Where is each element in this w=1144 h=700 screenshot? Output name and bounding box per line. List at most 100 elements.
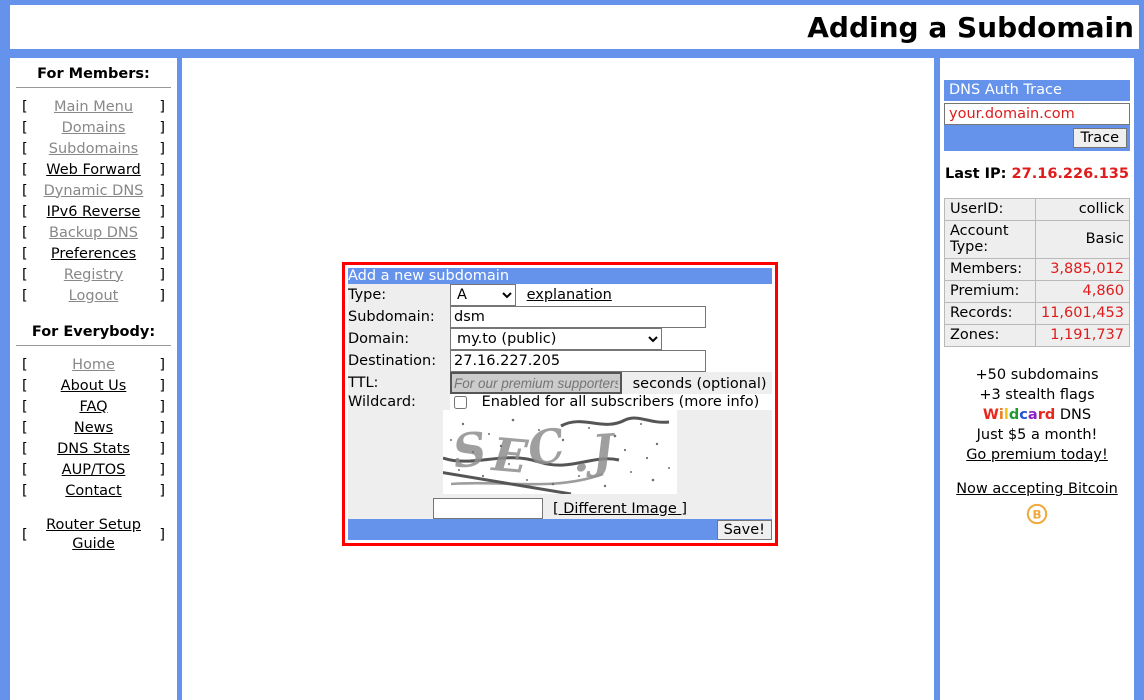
destination-input[interactable] xyxy=(450,350,706,372)
subdomain-input[interactable] xyxy=(450,306,706,328)
go-premium-link[interactable]: Go premium today! xyxy=(944,445,1130,465)
last-ip-label: Last IP: xyxy=(945,166,1007,182)
bracket-open: [ xyxy=(22,482,28,499)
stat-key: Zones: xyxy=(944,324,1036,347)
sidebar-item-logout[interactable]: [ Logout ] xyxy=(10,285,177,306)
sidebar-item-registry[interactable]: [ Registry ] xyxy=(10,264,177,285)
sidebar-item-label[interactable]: Logout xyxy=(32,288,155,304)
form-row-destination: Destination: xyxy=(348,350,772,372)
promo-line-2: +3 stealth flags xyxy=(979,387,1095,403)
more-info-link[interactable]: more info xyxy=(684,394,753,410)
sidebar-item-dynamic-dns[interactable]: [ Dynamic DNS ] xyxy=(10,180,177,201)
type-label: Type: xyxy=(348,284,450,306)
form-row-type: Type: A explanation xyxy=(348,284,772,306)
sidebar-item-web-forward[interactable]: [ Web Forward ] xyxy=(10,159,177,180)
ttl-input[interactable] xyxy=(450,372,622,394)
sidebar-item-contact[interactable]: [ Contact ] xyxy=(10,480,177,501)
table-row: Premium: 4,860 xyxy=(944,280,1131,303)
captcha-input[interactable] xyxy=(432,498,543,519)
sidebar-item-label[interactable]: Router Setup Guide xyxy=(32,516,155,554)
bracket-open: [ xyxy=(22,356,28,373)
sidebar-item-ipv6-reverse[interactable]: [ IPv6 Reverse ] xyxy=(10,201,177,222)
sidebar-item-label[interactable]: Preferences xyxy=(32,246,155,262)
sidebar-item-domains[interactable]: [ Domains ] xyxy=(10,117,177,138)
bracket-open: [ xyxy=(22,119,28,136)
everybody-nav-list: [ Home ] [ About Us ] [ FAQ ] [ News ] [ xyxy=(10,354,177,555)
sidebar-item-subdomains[interactable]: [ Subdomains ] xyxy=(10,138,177,159)
sidebar-item-home[interactable]: [ Home ] xyxy=(10,354,177,375)
members-heading: For Members: xyxy=(16,62,171,88)
type-select[interactable]: A xyxy=(450,284,516,306)
page-header: Adding a Subdomain xyxy=(10,5,1139,49)
sidebar-item-label[interactable]: IPv6 Reverse xyxy=(32,204,155,220)
right-sidebar: DNS Auth Trace Trace Last IP: 27.16.226.… xyxy=(940,58,1134,700)
sidebar-item-news[interactable]: [ News ] xyxy=(10,417,177,438)
wildcard-text-end: ) xyxy=(753,394,760,410)
save-button[interactable]: Save! xyxy=(716,520,772,540)
bracket-close: ] xyxy=(159,245,165,262)
sidebar-item-label[interactable]: FAQ xyxy=(32,399,155,415)
bracket-open: [ xyxy=(22,266,28,283)
bracket-close: ] xyxy=(159,287,165,304)
bracket-close: ] xyxy=(159,398,165,415)
wildcard-letter: r xyxy=(1037,407,1045,423)
page-title: Adding a Subdomain xyxy=(807,10,1134,44)
sidebar-item-label[interactable]: Registry xyxy=(32,267,155,283)
bracket-open: [ xyxy=(22,398,28,415)
sidebar-item-label[interactable]: Contact xyxy=(32,483,155,499)
add-subdomain-form: Add a new subdomain Type: A explanation … xyxy=(342,262,778,546)
wildcard-letter: d xyxy=(1008,407,1020,423)
form-title-row: Add a new subdomain xyxy=(348,268,772,284)
trace-button[interactable]: Trace xyxy=(1072,128,1127,148)
table-row: Zones: 1,191,737 xyxy=(944,324,1131,347)
stat-key: Account Type: xyxy=(944,220,1036,259)
bracket-open: [ xyxy=(22,377,28,394)
sidebar-item-label[interactable]: Subdomains xyxy=(32,141,155,157)
domain-select[interactable]: my.to (public) xyxy=(450,328,662,350)
sidebar-item-label[interactable]: Domains xyxy=(32,120,155,136)
sidebar-item-label[interactable]: Web Forward xyxy=(32,162,155,178)
bracket-close: ] xyxy=(159,224,165,241)
captcha-image: S E C . J xyxy=(443,410,677,494)
promo-spacer xyxy=(944,465,1130,479)
sidebar-item-label[interactable]: About Us xyxy=(32,378,155,394)
sidebar-item-label[interactable]: DNS Stats xyxy=(32,441,155,457)
save-bar: Save! xyxy=(348,519,772,540)
different-image-link[interactable]: [ Different Image ] xyxy=(553,501,687,517)
bitcoin-link[interactable]: Now accepting Bitcoin xyxy=(944,479,1130,499)
sidebar-item-label[interactable]: Backup DNS xyxy=(32,225,155,241)
sidebar-item-aup-tos[interactable]: [ AUP/TOS ] xyxy=(10,459,177,480)
sidebar-item-router-setup-guide[interactable]: [ Router Setup Guide ] xyxy=(10,515,177,555)
wildcard-letter: a xyxy=(1027,407,1038,423)
domain-field-cell: my.to (public) xyxy=(450,328,772,350)
stat-key: Premium: xyxy=(944,280,1036,303)
bracket-close: ] xyxy=(159,182,165,199)
captcha-area: S E C . J [Different Image] xyxy=(348,410,772,519)
sidebar-item-dns-stats[interactable]: [ DNS Stats ] xyxy=(10,438,177,459)
wildcard-text: Enabled for all subscribers ( xyxy=(481,394,685,410)
sidebar-item-label[interactable]: News xyxy=(32,420,155,436)
sidebar-item-label[interactable]: Dynamic DNS xyxy=(32,183,155,199)
bracket-open: [ xyxy=(22,98,28,115)
sidebar-item-label[interactable]: Main Menu xyxy=(32,99,155,115)
trace-domain-input[interactable] xyxy=(944,103,1130,125)
form-row-save: Save! xyxy=(348,519,772,540)
sidebar-item-backup-dns[interactable]: [ Backup DNS ] xyxy=(10,222,177,243)
sidebar-item-preferences[interactable]: [ Preferences ] xyxy=(10,243,177,264)
wildcard-field-cell: Enabled for all subscribers (more info) xyxy=(450,394,772,410)
sidebar-item-main-menu[interactable]: [ Main Menu ] xyxy=(10,96,177,117)
bracket-open: [ xyxy=(22,161,28,178)
wildcard-dns-suffix: DNS xyxy=(1055,407,1092,423)
sidebar-item-faq[interactable]: [ FAQ ] xyxy=(10,396,177,417)
sidebar-item-label[interactable]: Home xyxy=(32,357,155,373)
bracket-close: ] xyxy=(159,140,165,157)
bracket-close: ] xyxy=(159,419,165,436)
sidebar-item-about-us[interactable]: [ About Us ] xyxy=(10,375,177,396)
last-ip-value: 27.16.226.135 xyxy=(1011,166,1129,182)
promo-line-1: +50 subdomains xyxy=(975,367,1099,383)
svg-text:B: B xyxy=(1032,508,1041,522)
wildcard-checkbox[interactable] xyxy=(454,395,467,409)
sidebar-item-label[interactable]: AUP/TOS xyxy=(32,462,155,478)
bracket-open: [ xyxy=(22,140,28,157)
explanation-link[interactable]: explanation xyxy=(527,287,612,303)
